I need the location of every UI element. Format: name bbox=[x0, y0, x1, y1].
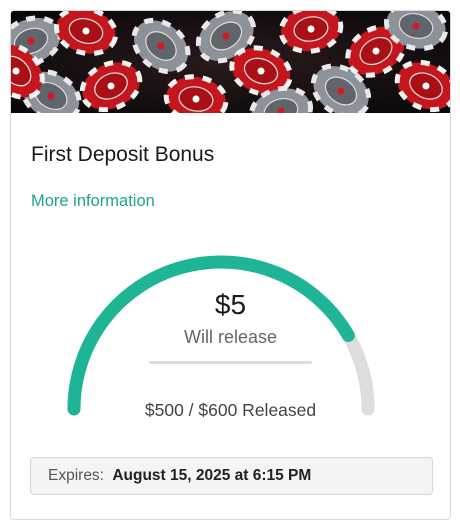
expiry-box: Expires: August 15, 2025 at 6:15 PM bbox=[30, 457, 433, 495]
bonus-amount: $5 bbox=[214, 289, 247, 320]
divider bbox=[149, 361, 312, 364]
poker-chips-banner bbox=[11, 11, 450, 113]
bonus-title: First Deposit Bonus bbox=[31, 143, 215, 166]
expires-date: August 15, 2025 at 6:15 PM bbox=[112, 467, 312, 484]
released-progress-text: $500 / $600 Released bbox=[144, 400, 317, 420]
more-information-link[interactable]: More information bbox=[31, 192, 155, 211]
poker-chips-image bbox=[11, 11, 450, 113]
will-release-label: Will release bbox=[183, 327, 278, 347]
bonus-card: First Deposit Bonus More information $5 … bbox=[10, 10, 451, 520]
expires-label: Expires: bbox=[48, 467, 104, 484]
